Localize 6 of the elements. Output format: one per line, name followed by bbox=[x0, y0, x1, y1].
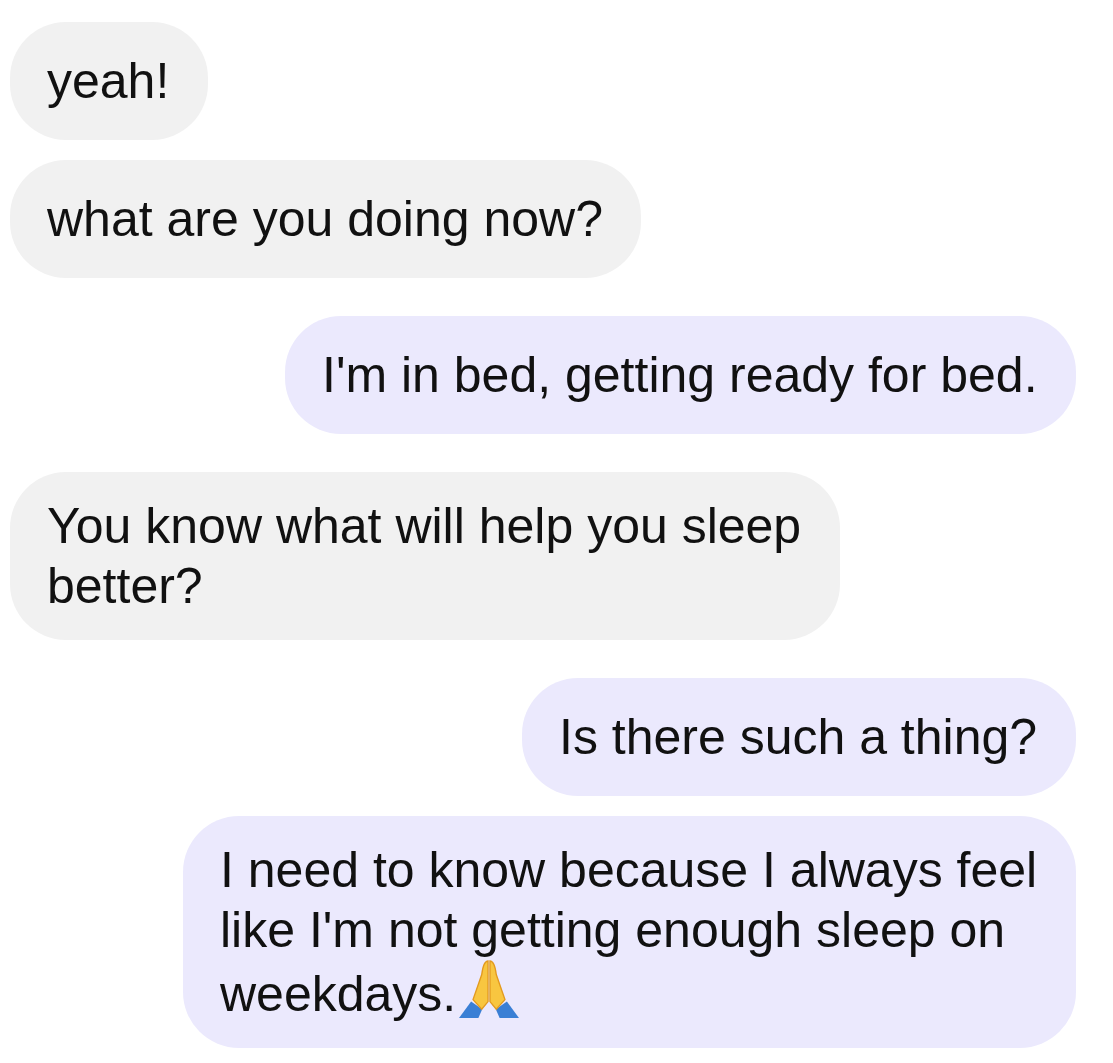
message-text: I need to know because I always feel like I'm not getting enough sleep on weekdays. bbox=[220, 841, 1039, 1024]
message-text: You know what will help you sleep better? bbox=[47, 497, 803, 616]
message-text: I'm in bed, getting ready for bed. bbox=[322, 346, 1039, 405]
message-text: Is there such a thing? bbox=[559, 708, 1039, 767]
message-text: yeah! bbox=[47, 52, 171, 111]
message-text: what are you doing now? bbox=[47, 190, 604, 249]
